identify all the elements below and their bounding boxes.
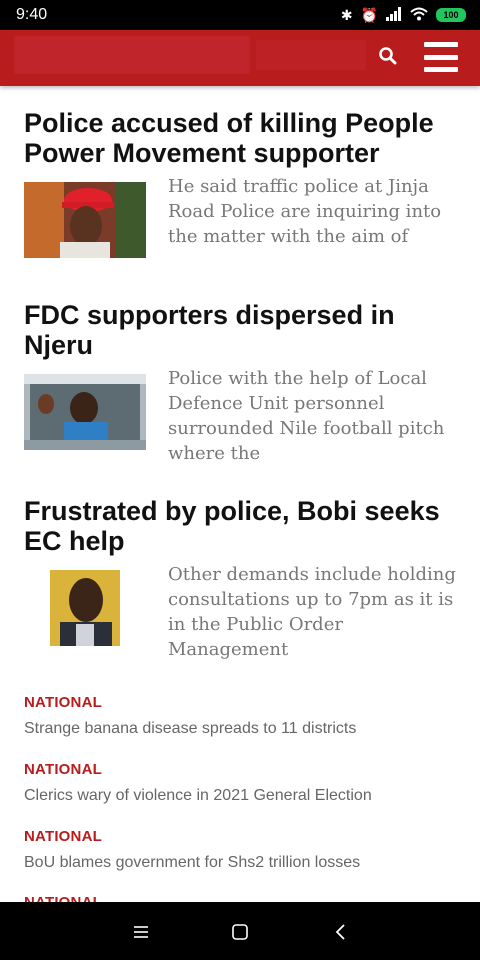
home-icon[interactable]	[228, 920, 252, 944]
status-bar: 9:40 ✱ ⏰ 100	[0, 0, 480, 30]
article-card[interactable]: Frustrated by police, Bobi seeks EC help	[24, 496, 464, 556]
search-icon	[379, 47, 397, 65]
site-logo[interactable]	[14, 36, 250, 74]
back-icon[interactable]	[329, 920, 353, 944]
alarm-off-icon: ⏰	[360, 6, 378, 23]
list-item[interactable]: NATIONAL BoU blames government for Shs2 …	[24, 828, 464, 872]
article-card[interactable]: FDC supporters dispersed in Njeru	[24, 300, 464, 360]
hamburger-menu-icon[interactable]	[424, 42, 458, 72]
article-headline[interactable]: Frustrated by police, Bobi seeks EC help	[24, 496, 464, 556]
recents-icon[interactable]	[129, 920, 153, 944]
bluetooth-icon: ✱	[340, 6, 353, 23]
logo-tagline	[256, 40, 366, 70]
app-header	[0, 30, 480, 86]
list-item[interactable]: NATIONAL Strange banana disease spreads …	[24, 694, 464, 738]
article-excerpt: He said traffic police at Jinja Road Pol…	[168, 176, 442, 247]
article-thumbnail[interactable]	[50, 570, 120, 646]
article-excerpt: Police with the help of Local Defence Un…	[168, 368, 445, 464]
system-nav-bar	[0, 902, 480, 960]
battery-icon: 100	[436, 8, 466, 22]
article-card[interactable]: Police accused of killing People Power M…	[24, 108, 464, 168]
search-button[interactable]	[374, 42, 402, 70]
article-thumbnail[interactable]	[24, 374, 146, 450]
list-item-title[interactable]: Strange banana disease spreads to 11 dis…	[24, 720, 464, 738]
status-icons: ✱ ⏰ 100	[341, 6, 466, 24]
article-excerpt: Other demands include holding consultati…	[168, 564, 456, 660]
signal-icon	[386, 6, 402, 24]
list-item[interactable]: NATIONAL Clerics wary of violence in 202…	[24, 761, 464, 805]
category-label[interactable]: NATIONAL	[24, 828, 464, 845]
list-item-title[interactable]: BoU blames government for Shs2 trillion …	[24, 854, 464, 872]
article-thumbnail[interactable]	[24, 182, 146, 258]
article-headline[interactable]: FDC supporters dispersed in Njeru	[24, 300, 464, 360]
list-item-title[interactable]: Clerics wary of violence in 2021 General…	[24, 787, 464, 805]
category-label[interactable]: NATIONAL	[24, 694, 464, 711]
wifi-icon	[410, 7, 428, 24]
category-label[interactable]: NATIONAL	[24, 761, 464, 778]
status-time: 9:40	[16, 6, 48, 23]
article-headline[interactable]: Police accused of killing People Power M…	[24, 108, 464, 168]
